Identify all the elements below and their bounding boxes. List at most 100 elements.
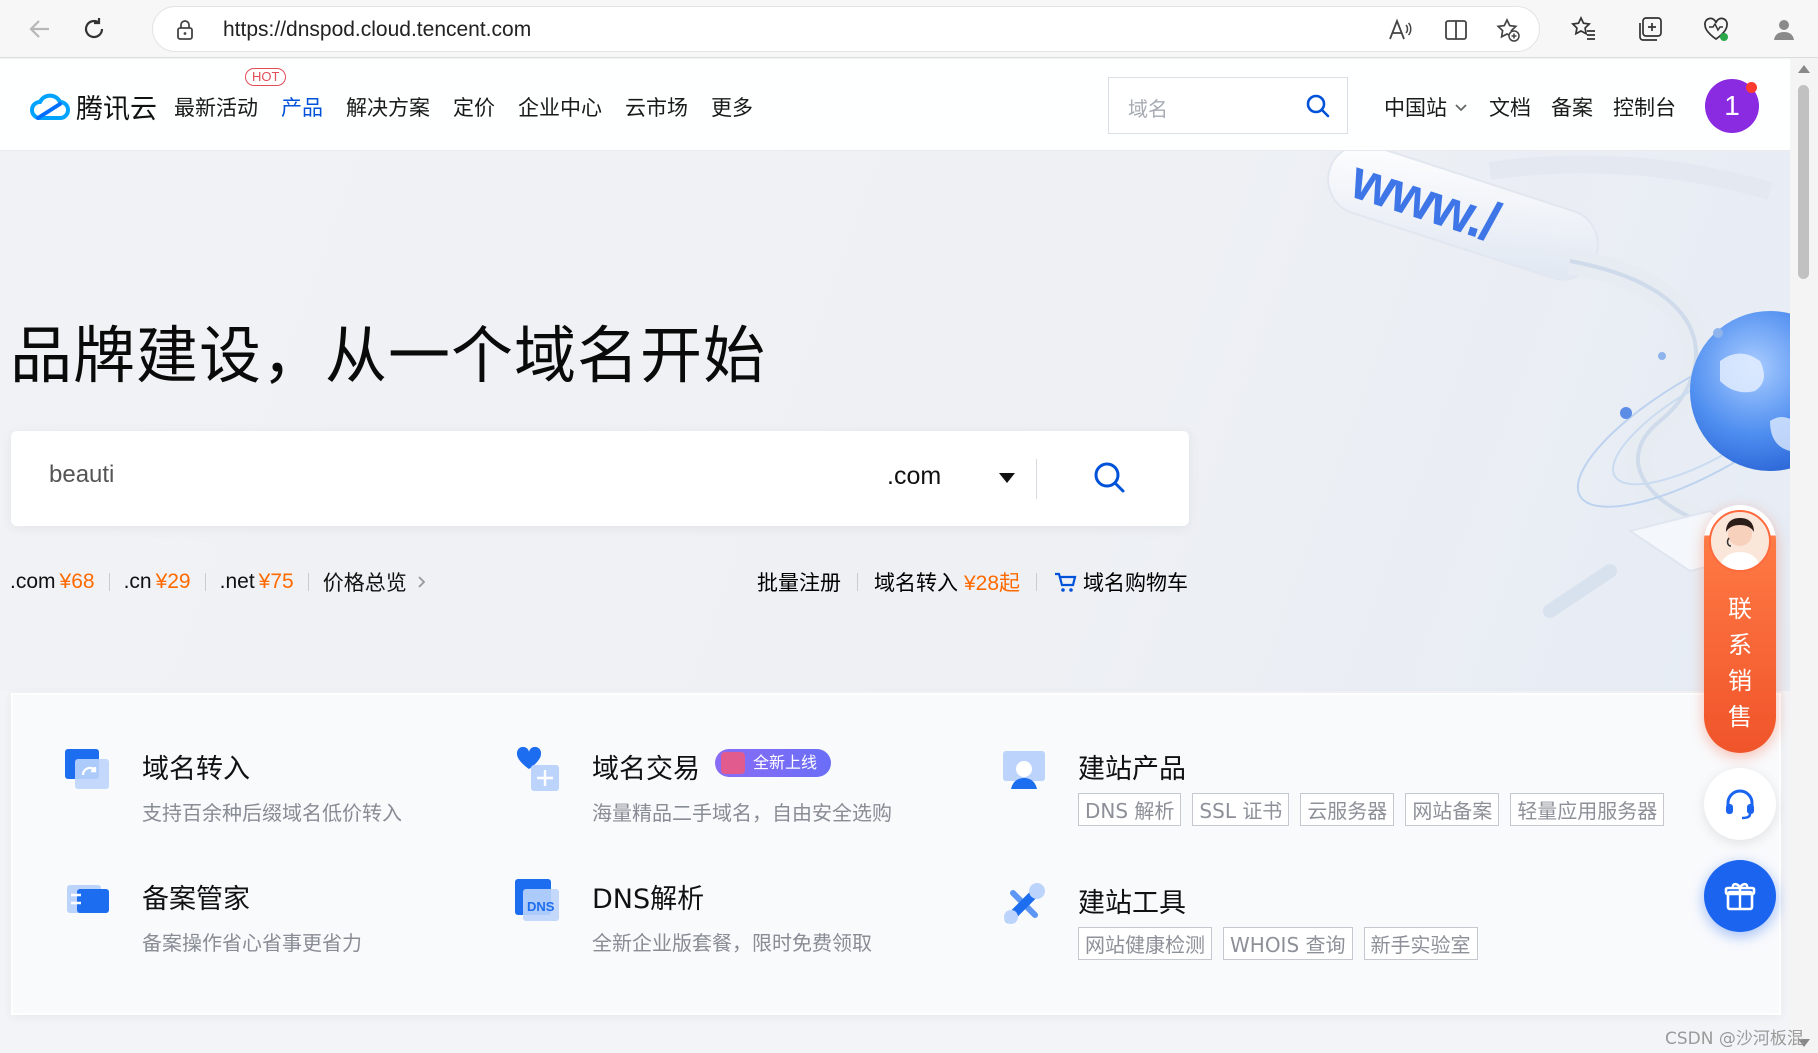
notification-dot [1746, 82, 1757, 93]
tag-icp[interactable]: 网站备案 [1405, 793, 1500, 826]
svg-text:www./: www./ [1343, 151, 1508, 254]
read-aloud-icon[interactable] [1387, 17, 1413, 43]
nav-pricing[interactable]: 定价 [453, 92, 495, 122]
price-value-net: ¥75 [258, 570, 294, 593]
nav-products[interactable]: 产品 [281, 92, 323, 122]
new-launch-text: 全新上线 [753, 753, 818, 772]
nav-more[interactable]: 更多 [711, 92, 753, 122]
divider [204, 573, 206, 591]
lock-icon [177, 20, 193, 40]
nav-icp[interactable]: 备案 [1551, 92, 1593, 122]
tag-dns[interactable]: DNS 解析 [1078, 793, 1182, 826]
collections-icon[interactable] [1636, 15, 1664, 43]
svg-text:DNS: DNS [527, 899, 555, 914]
refresh-icon [84, 18, 104, 39]
divider [1036, 459, 1037, 499]
domain-transfer-link[interactable]: 域名转入 [874, 567, 958, 597]
back-button[interactable] [22, 11, 58, 47]
tld-prices: .com ¥68 .cn ¥29 .net ¥75 价格总览 [10, 567, 429, 597]
header-search[interactable]: 域名 [1108, 77, 1348, 134]
product-desc: 备案操作省心省事更省力 [142, 931, 362, 955]
dns-icon: DNS [515, 879, 559, 921]
nav-enterprise-center[interactable]: 企业中心 [518, 92, 602, 122]
tag-health-check[interactable]: 网站健康检测 [1078, 927, 1212, 960]
browser-essentials-icon[interactable] [1702, 15, 1730, 43]
nav-docs[interactable]: 文档 [1489, 92, 1531, 122]
product-title: 域名交易 [592, 754, 700, 785]
nav-console[interactable]: 控制台 [1613, 92, 1676, 122]
gift-icon [721, 752, 745, 774]
product-title: DNS解析 [592, 884, 705, 915]
refresh-button[interactable] [76, 11, 112, 47]
divider [108, 573, 110, 591]
sales-agent-avatar [1709, 510, 1771, 572]
favorites-icon[interactable] [1570, 15, 1598, 43]
transfer-price: ¥28起 [964, 572, 1021, 595]
hero-banner: www./ [0, 151, 1790, 691]
domain-transfer-icon [65, 749, 109, 789]
product-title: 域名转入 [142, 754, 250, 785]
domain-quick-links: 批量注册 域名转入 ¥28起 域名购物车 [757, 567, 1188, 597]
main-nav: 最新活动 产品 解决方案 定价 企业中心 云市场 更多 [174, 92, 776, 122]
product-panel: 域名转入 支持百余种后缀域名低价转入 域名交易 全新上线 海量精品二手域名，自由… [11, 693, 1781, 1015]
price-tld-cn[interactable]: .cn [124, 570, 152, 594]
tag-lighthouse[interactable]: 轻量应用服务器 [1510, 793, 1665, 826]
site-tool-tags: 网站健康检测 WHOIS 查询 新手实验室 [1078, 927, 1489, 960]
tencent-cloud-logo[interactable]: 腾讯云 [30, 87, 157, 126]
site-header: 腾讯云 最新活动 产品 解决方案 定价 企业中心 云市场 更多 HOT 域名 中… [0, 59, 1790, 151]
scrollbar-thumb[interactable] [1798, 85, 1809, 279]
gift-button[interactable] [1704, 860, 1776, 932]
www-globe-illustration: www./ [1327, 151, 1790, 618]
nav-latest-activities[interactable]: 最新活动 [174, 92, 258, 122]
price-tld-com[interactable]: .com [10, 570, 56, 594]
domain-search-box: beauti .com [11, 431, 1189, 526]
gift-box-icon [1724, 882, 1756, 911]
tag-whois[interactable]: WHOIS 查询 [1223, 927, 1353, 960]
divider [857, 573, 858, 591]
new-launch-badge: 全新上线 [715, 749, 832, 777]
product-title: 建站产品 [1078, 754, 1186, 785]
customer-service-button[interactable] [1704, 768, 1776, 840]
user-avatar[interactable]: 1 [1705, 79, 1759, 133]
add-favorite-icon[interactable] [1495, 17, 1521, 43]
nav-solutions[interactable]: 解决方案 [346, 92, 430, 122]
split-screen-icon[interactable] [1443, 17, 1469, 43]
nav-cloud-market[interactable]: 云市场 [625, 92, 688, 122]
tld-select[interactable]: .com [887, 462, 941, 491]
contact-sales-text: 联系销售 [1728, 595, 1752, 731]
cart-icon[interactable] [1053, 571, 1077, 593]
tag-ssl[interactable]: SSL 证书 [1192, 793, 1290, 826]
product-title: 建站工具 [1078, 888, 1186, 919]
price-overview-link[interactable]: 价格总览 [323, 567, 407, 597]
browser-toolbar: https://dnspod.cloud.tencent.com [0, 0, 1818, 58]
product-desc: 全新企业版套餐，限时免费领取 [592, 931, 872, 955]
address-bar[interactable]: https://dnspod.cloud.tencent.com [152, 6, 1540, 52]
scroll-up-arrow-icon[interactable] [1798, 65, 1810, 73]
hot-badge: HOT [245, 68, 287, 86]
header-search-placeholder: 域名 [1128, 97, 1168, 121]
search-icon[interactable] [1305, 93, 1331, 119]
profile-icon[interactable] [1770, 15, 1798, 43]
logo-text: 腾讯云 [76, 94, 157, 125]
price-tld-net[interactable]: .net [220, 570, 255, 594]
page-scrollbar[interactable] [1790, 59, 1818, 1053]
domain-search-button[interactable] [1091, 459, 1127, 495]
contact-sales-button[interactable]: 联系销售 [1704, 505, 1776, 753]
product-desc: 支持百余种后缀域名低价转入 [142, 801, 402, 825]
agent-face-icon [1719, 518, 1761, 570]
product-title: 备案管家 [142, 884, 250, 915]
domain-cart-link[interactable]: 域名购物车 [1083, 567, 1188, 597]
tag-lab[interactable]: 新手实验室 [1363, 927, 1478, 960]
caret-down-icon[interactable] [999, 473, 1015, 483]
tag-cvm[interactable]: 云服务器 [1300, 793, 1395, 826]
product-desc: 海量精品二手域名，自由安全选购 [592, 801, 892, 825]
nav-china-site[interactable]: 中国站 [1384, 92, 1469, 122]
right-nav: 中国站 文档 备案 控制台 [1384, 92, 1696, 122]
url-text: https://dnspod.cloud.tencent.com [223, 18, 532, 41]
site-tools-icon [1004, 883, 1045, 924]
bulk-register-link[interactable]: 批量注册 [757, 567, 841, 597]
cloud-logo-icon [30, 93, 70, 120]
back-arrow-icon [29, 20, 49, 38]
domain-search-input[interactable]: beauti [49, 461, 114, 489]
avatar-text: 1 [1724, 90, 1740, 121]
